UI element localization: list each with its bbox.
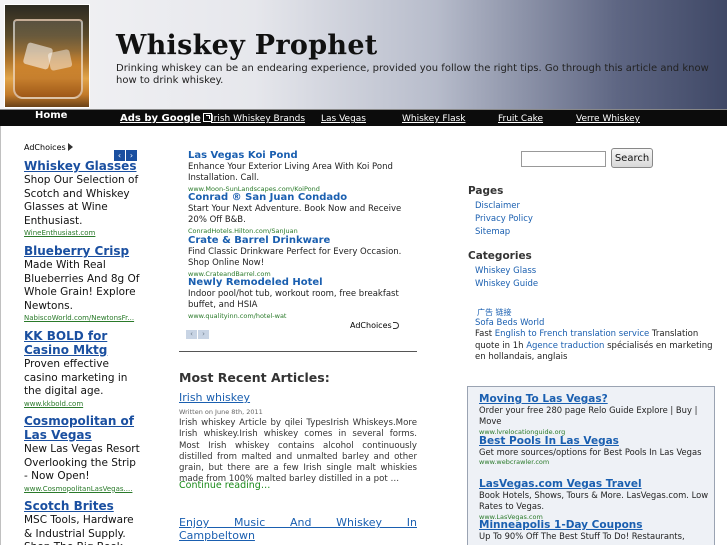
translation-ad: Fast English to French translation servi… bbox=[475, 329, 715, 364]
ad-url[interactable]: www.kkbold.com bbox=[24, 399, 142, 409]
main-ad-item[interactable]: Las Vegas Koi Pond Enhance Your Exterior… bbox=[188, 150, 418, 194]
ad-title[interactable]: Whiskey Glasses bbox=[24, 159, 142, 173]
ad-title[interactable]: Las Vegas Koi Pond bbox=[188, 150, 418, 162]
ad-description: Get more sources/options for Best Pools … bbox=[479, 447, 702, 457]
translation-prefix: Fast bbox=[475, 329, 495, 339]
ad-title[interactable]: Cosmopolitan of Las Vegas bbox=[24, 414, 142, 442]
categories-heading: Categories bbox=[468, 250, 532, 262]
adchoices-label[interactable]: AdChoices bbox=[24, 143, 73, 152]
left-ad-item[interactable]: Cosmopolitan of Las Vegas New Las Vegas … bbox=[24, 414, 142, 494]
left-ad-item[interactable]: KK BOLD for Casino Mktg Proven effective… bbox=[24, 329, 142, 409]
ad-title[interactable]: Newly Remodeled Hotel bbox=[188, 277, 418, 289]
ad-description: Book Hotels, Shows, Tours & More. LasVeg… bbox=[479, 490, 709, 512]
search-button[interactable]: Search bbox=[611, 148, 653, 168]
ads-link-whiskey-flask[interactable]: Whiskey Flask bbox=[402, 114, 466, 124]
search-input[interactable] bbox=[521, 151, 606, 167]
ads-link-fruit-cake[interactable]: Fruit Cake bbox=[498, 114, 543, 124]
ad-description: Enhance Your Exterior Living Area With K… bbox=[188, 162, 393, 184]
main-ad-item[interactable]: Newly Remodeled Hotel Indoor pool/hot tu… bbox=[188, 277, 418, 321]
ads-link-irish-whiskey-brands[interactable]: Irish Whiskey Brands bbox=[211, 114, 305, 124]
post-title-link[interactable]: Irish whiskey bbox=[179, 391, 250, 404]
recent-articles-heading: Most Recent Articles: bbox=[179, 370, 330, 385]
ad-title[interactable]: Moving To Las Vegas? bbox=[479, 393, 711, 405]
ads-link-las-vegas[interactable]: Las Vegas bbox=[321, 114, 366, 124]
ads-by-google-label: Ads by Google bbox=[120, 113, 201, 124]
ad-description: Proven effective casino marketing in the… bbox=[24, 358, 128, 398]
ad-description: Made With Real Blueberries And 8g Of Who… bbox=[24, 259, 140, 312]
ad-description: Find Classic Drinkware Perfect for Every… bbox=[188, 247, 402, 269]
page-link-disclaimer[interactable]: Disclaimer bbox=[475, 201, 520, 211]
right-ad-item[interactable]: Best Pools In Las Vegas Get more sources… bbox=[479, 435, 711, 467]
site-title[interactable]: Whiskey Prophet bbox=[116, 30, 378, 61]
whiskey-glass-logo[interactable] bbox=[4, 4, 90, 108]
continue-reading-link[interactable]: Continue reading… bbox=[179, 480, 270, 491]
adchoices-icon bbox=[67, 143, 73, 151]
adchoices-text: AdChoices bbox=[350, 321, 392, 330]
ad-url[interactable]: NabiscoWorld.com/NewtonsFr... bbox=[24, 313, 142, 323]
ad-title[interactable]: Scotch Brites bbox=[24, 499, 142, 513]
ad-description: MSC Tools, Hardware & Industrial Supply.… bbox=[24, 514, 134, 545]
post-title-link[interactable]: Campbeltown bbox=[179, 529, 255, 542]
ad-description: Indoor pool/hot tub, workout room, free … bbox=[188, 289, 399, 311]
right-ad-item[interactable]: Minneapolis 1-Day Coupons Up To 90% Off … bbox=[479, 519, 711, 542]
adchoices-label[interactable]: AdChoices bbox=[350, 321, 399, 330]
adchoices-text: AdChoices bbox=[24, 143, 66, 152]
ad-url[interactable]: WineEnthusiast.com bbox=[24, 228, 142, 238]
category-link-whiskey-guide[interactable]: Whiskey Guide bbox=[475, 279, 538, 289]
ad-description: Start Your Next Adventure. Book Now and … bbox=[188, 204, 402, 226]
right-ad-box: Moving To Las Vegas? Order your free 280… bbox=[467, 386, 715, 545]
left-ad-item[interactable]: Scotch Brites MSC Tools, Hardware & Indu… bbox=[24, 499, 142, 545]
ad-title[interactable]: Minneapolis 1-Day Coupons bbox=[479, 519, 711, 531]
post-excerpt: Irish whiskey Article by qilei TypesIris… bbox=[179, 418, 417, 485]
page-link-privacy-policy[interactable]: Privacy Policy bbox=[475, 214, 533, 224]
ad-title[interactable]: Conrad ® San Juan Condado bbox=[188, 192, 418, 204]
right-ad-item[interactable]: Moving To Las Vegas? Order your free 280… bbox=[479, 393, 711, 437]
main-ad-item[interactable]: Crate & Barrel Drinkware Find Classic Dr… bbox=[188, 235, 418, 279]
ad-description: Order your free 280 page Relo Guide Expl… bbox=[479, 405, 698, 427]
agence-traduction-link[interactable]: Agence traduction bbox=[526, 341, 604, 351]
ads-by-google-link[interactable]: Ads by Google bbox=[120, 113, 212, 124]
ads-link-row: Ads by Google Irish Whiskey Brands Las V… bbox=[0, 111, 727, 128]
ad-title[interactable]: KK BOLD for Casino Mktg bbox=[24, 329, 142, 357]
ad-title[interactable]: LasVegas.com Vegas Travel bbox=[479, 478, 711, 490]
ads-link-verre-whiskey[interactable]: Verre Whiskey bbox=[576, 114, 640, 124]
post-title-link[interactable]: Enjoy Music And Whiskey In bbox=[179, 517, 417, 528]
ad-links-icon[interactable]: 广告 链接 bbox=[477, 307, 512, 318]
left-border bbox=[0, 126, 1, 545]
site-description: Drinking whiskey can be an endearing exp… bbox=[116, 63, 709, 86]
adchoices-icon bbox=[392, 322, 399, 329]
left-ad-item[interactable]: Whiskey Glasses Shop Our Selection of Sc… bbox=[24, 159, 142, 238]
translation-service-link[interactable]: English to French translation service bbox=[495, 329, 649, 339]
main-ad-item[interactable]: Conrad ® San Juan Condado Start Your Nex… bbox=[188, 192, 418, 236]
next-arrow-icon[interactable]: › bbox=[198, 330, 209, 339]
ad-url[interactable]: www.qualityinn.com/hotel-wat bbox=[188, 312, 418, 321]
divider bbox=[179, 351, 417, 352]
ad-arrows: ‹ › bbox=[186, 321, 210, 340]
post-date: Written on June 8th, 2011 bbox=[179, 408, 263, 416]
ad-description: Shop Our Selection of Scotch and Whiskey… bbox=[24, 174, 139, 227]
ad-description: Up To 90% Off The Best Stuff To Do! Rest… bbox=[479, 531, 685, 541]
ad-title[interactable]: Best Pools In Las Vegas bbox=[479, 435, 711, 447]
ad-title[interactable]: Crate & Barrel Drinkware bbox=[188, 235, 418, 247]
prev-arrow-icon[interactable]: ‹ bbox=[186, 330, 197, 339]
ad-title[interactable]: Blueberry Crisp bbox=[24, 244, 142, 258]
page-link-sitemap[interactable]: Sitemap bbox=[475, 227, 510, 237]
ad-url[interactable]: www.CosmopolitanLasVegas.... bbox=[24, 484, 142, 494]
category-link-whiskey-glass[interactable]: Whiskey Glass bbox=[475, 266, 536, 276]
sofa-beds-link[interactable]: Sofa Beds World bbox=[475, 318, 544, 328]
ad-url[interactable]: www.webcrawler.com bbox=[479, 458, 711, 467]
left-ad-item[interactable]: Blueberry Crisp Made With Real Blueberri… bbox=[24, 244, 142, 323]
ad-description: New Las Vegas Resort Overlooking the Str… bbox=[24, 443, 140, 483]
right-ad-item[interactable]: LasVegas.com Vegas Travel Book Hotels, S… bbox=[479, 478, 711, 522]
site-header: Whiskey Prophet Drinking whiskey can be … bbox=[0, 0, 727, 110]
pages-heading: Pages bbox=[468, 185, 504, 197]
